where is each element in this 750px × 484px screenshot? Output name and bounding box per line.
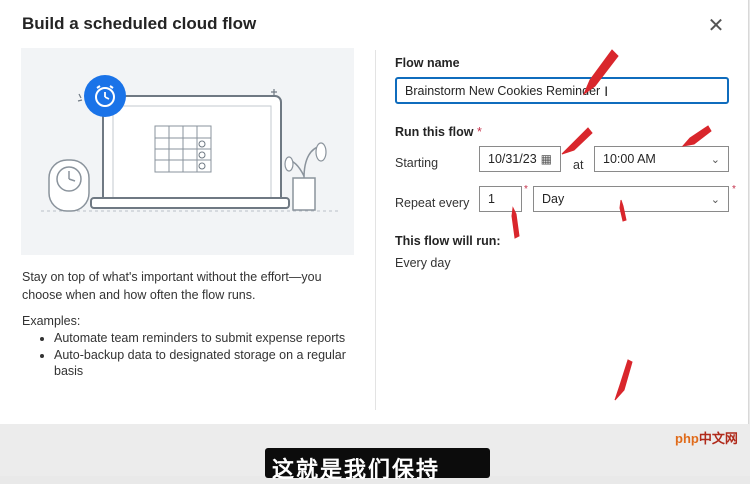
example-item: Auto-backup data to designated storage o… bbox=[54, 347, 354, 379]
at-label: at bbox=[573, 158, 584, 172]
chevron-down-icon: ⌄ bbox=[710, 153, 720, 166]
flow-name-value: Brainstorm New Cookies Reminder bbox=[405, 83, 601, 98]
repeat-unit-value: Day bbox=[542, 192, 565, 206]
text-cursor-icon: I bbox=[604, 82, 609, 99]
example-item: Automate team reminders to submit expens… bbox=[54, 330, 354, 346]
flow-description: Stay on top of what's important without … bbox=[22, 270, 322, 302]
column-divider bbox=[375, 50, 376, 410]
close-icon[interactable]: ✕ bbox=[706, 16, 726, 36]
watermark-cn: 中文网 bbox=[698, 431, 738, 446]
start-date-input[interactable]: 10/31/23 ▦ bbox=[479, 146, 561, 172]
watermark: php中文网 bbox=[675, 428, 738, 447]
flow-name-label: Flow name bbox=[395, 56, 460, 70]
watermark-php: php bbox=[675, 431, 699, 446]
repeat-unit-select[interactable]: Day ⌄ bbox=[533, 186, 729, 212]
illustration bbox=[21, 48, 354, 255]
required-mark: * bbox=[524, 184, 528, 195]
run-this-flow-text: Run this flow bbox=[395, 125, 474, 139]
starting-label: Starting bbox=[395, 156, 439, 170]
dialog-title: Build a scheduled cloud flow bbox=[22, 14, 257, 33]
start-date-value: 10/31/23 bbox=[488, 152, 537, 166]
chevron-down-icon: ⌄ bbox=[710, 193, 720, 206]
will-run-value: Every day bbox=[395, 256, 451, 270]
dialog: Build a scheduled cloud flow ✕ Stay on t… bbox=[0, 0, 749, 424]
required-mark: * bbox=[732, 184, 736, 195]
examples-label: Examples: bbox=[22, 314, 81, 328]
repeat-every-label: Repeat every bbox=[395, 196, 470, 210]
repeat-interval-value: 1 bbox=[488, 192, 495, 206]
run-this-flow-label: Run this flow * bbox=[395, 125, 482, 139]
calendar-icon[interactable]: ▦ bbox=[541, 152, 552, 166]
laptop-calendar-illustration bbox=[41, 75, 341, 212]
repeat-interval-input[interactable]: 1 bbox=[479, 186, 522, 212]
start-time-select[interactable]: 10:00 AM ⌄ bbox=[594, 146, 729, 172]
examples-list: Automate team reminders to submit expens… bbox=[40, 330, 354, 380]
flow-name-input[interactable]: Brainstorm New Cookies Reminder I bbox=[395, 77, 729, 104]
will-run-label: This flow will run: bbox=[395, 234, 501, 248]
required-mark: * bbox=[476, 125, 482, 139]
start-time-value: 10:00 AM bbox=[603, 152, 656, 166]
video-subtitle: 这就是我们保持 bbox=[272, 458, 441, 483]
